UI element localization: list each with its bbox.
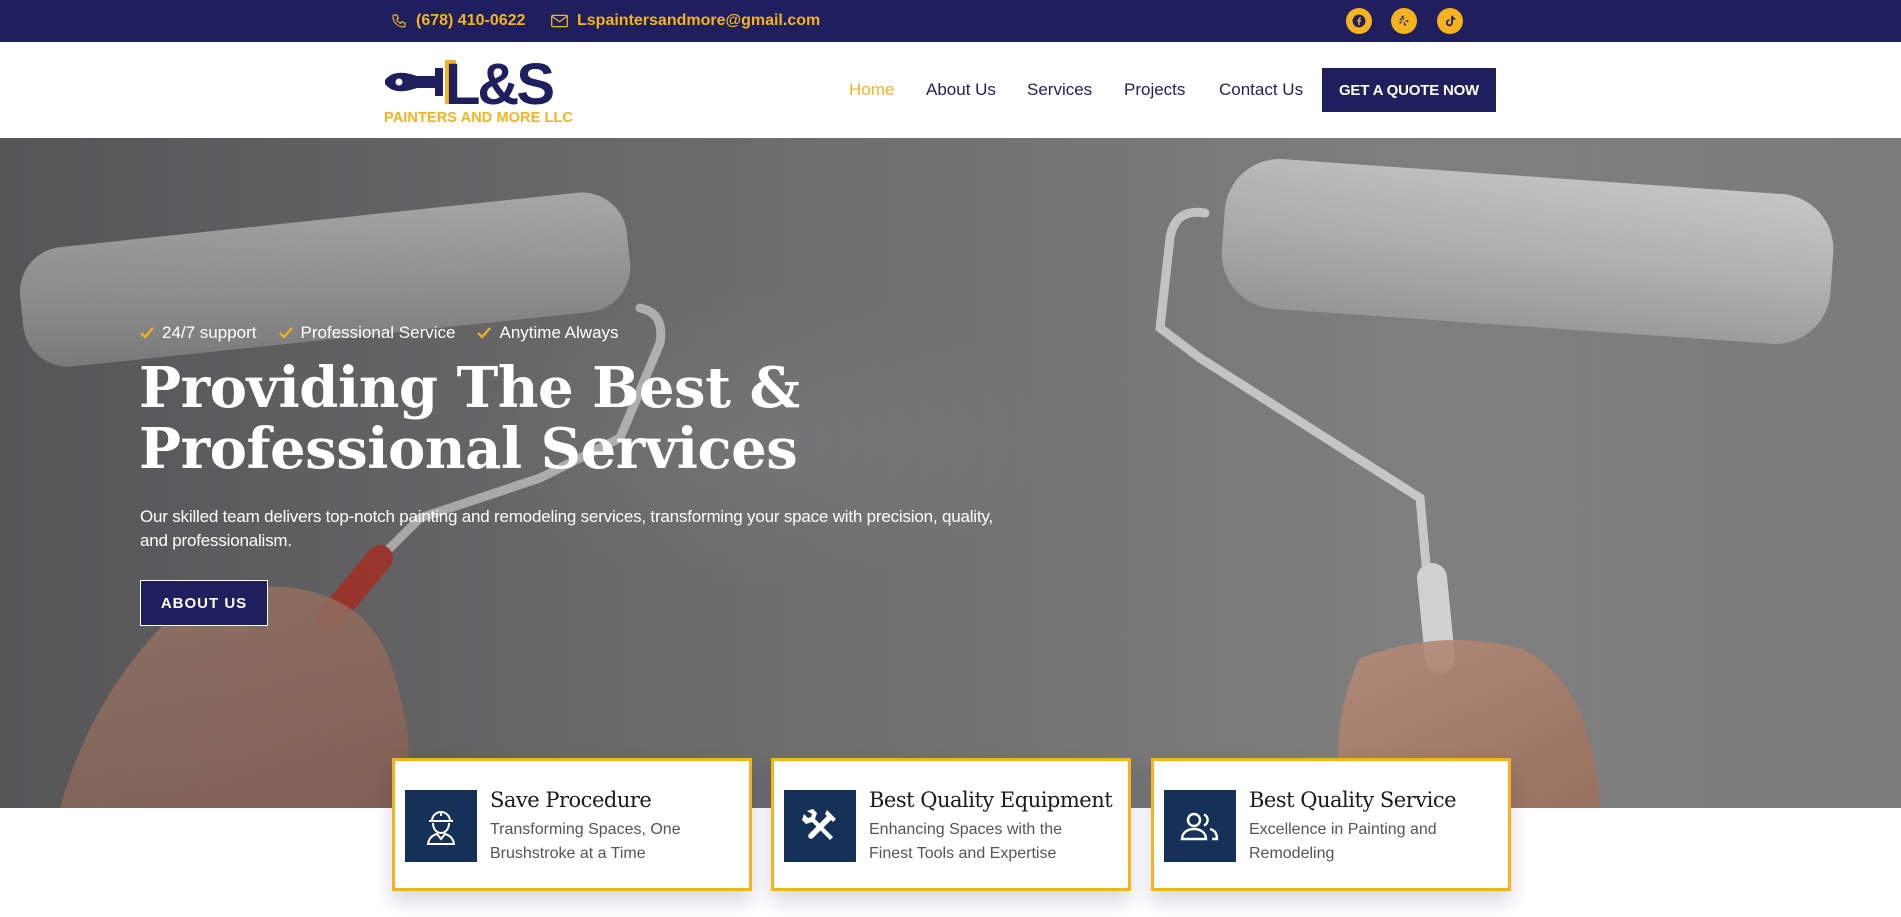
feature-card-save-procedure: Save Procedure Transforming Spaces, One … bbox=[392, 758, 752, 891]
card-description: Excellence in Painting and Remodeling bbox=[1249, 821, 1437, 862]
email-link[interactable]: Lspaintersandmore@gmail.com bbox=[551, 0, 820, 42]
nav-contact-us[interactable]: Contact Us bbox=[1219, 42, 1303, 138]
get-quote-button[interactable]: GET A QUOTE NOW bbox=[1322, 68, 1496, 112]
feature-card-quality-equipment: Best Quality Equipment Enhancing Spaces … bbox=[771, 758, 1131, 891]
tiktok-icon[interactable] bbox=[1437, 8, 1463, 34]
hero-features: 24/7 support Professional Service Anytim… bbox=[140, 323, 641, 343]
hero-description: Our skilled team delivers top-notch pain… bbox=[140, 507, 993, 550]
card-icon-box bbox=[784, 790, 856, 862]
feature-item: 24/7 support bbox=[140, 323, 257, 343]
mail-icon bbox=[551, 14, 568, 28]
site-logo[interactable]: L&S PAINTERS AND MORE LLC bbox=[383, 54, 589, 130]
check-icon bbox=[140, 327, 154, 339]
phone-link[interactable]: (678) 410-0622 bbox=[391, 0, 525, 42]
feature-card-quality-service: Best Quality Service Excellence in Paint… bbox=[1151, 758, 1511, 891]
svg-text:L&S: L&S bbox=[445, 54, 553, 110]
feature-label: Professional Service bbox=[300, 323, 456, 342]
worker-icon bbox=[426, 811, 456, 845]
card-title: Best Quality Service bbox=[1249, 788, 1457, 812]
nav-projects[interactable]: Projects bbox=[1124, 42, 1185, 138]
nav-services[interactable]: Services bbox=[1027, 42, 1092, 138]
card-icon-box bbox=[405, 790, 477, 862]
nav-about-us[interactable]: About Us bbox=[926, 42, 996, 138]
phone-number: (678) 410-0622 bbox=[416, 12, 526, 29]
phone-icon bbox=[392, 14, 406, 28]
about-us-button[interactable]: ABOUT US bbox=[140, 580, 268, 626]
card-title: Best Quality Equipment bbox=[869, 788, 1113, 812]
tools-icon bbox=[802, 809, 836, 840]
feature-item: Professional Service bbox=[278, 323, 456, 343]
brand-mark: L&S bbox=[385, 54, 556, 110]
hero-title: Providing The Best & Professional Servic… bbox=[139, 355, 800, 482]
hero-section: 24/7 support Professional Service Anytim… bbox=[0, 138, 1901, 808]
feature-label: Anytime Always bbox=[499, 323, 619, 342]
email-address: Lspaintersandmore@gmail.com bbox=[577, 12, 821, 29]
top-bar: (678) 410-0622 Lspaintersandmore@gmail.c… bbox=[0, 0, 1901, 42]
card-description: Enhancing Spaces with the Finest Tools a… bbox=[869, 821, 1063, 862]
yelp-icon[interactable] bbox=[1391, 8, 1417, 34]
nav-home[interactable]: Home bbox=[849, 42, 894, 138]
people-icon bbox=[1180, 812, 1219, 841]
logo-tagline: PAINTERS AND MORE LLC bbox=[384, 110, 573, 126]
feature-label: 24/7 support bbox=[162, 323, 257, 342]
facebook-icon[interactable] bbox=[1346, 8, 1372, 34]
check-icon bbox=[477, 327, 492, 339]
card-title: Save Procedure bbox=[490, 788, 652, 812]
check-icon bbox=[278, 327, 293, 339]
feature-item: Anytime Always bbox=[477, 323, 619, 343]
card-icon-box bbox=[1164, 790, 1236, 862]
site-header: L&S PAINTERS AND MORE LLC Home About Us … bbox=[0, 42, 1901, 138]
card-description: Transforming Spaces, One Brushstroke at … bbox=[490, 821, 681, 862]
